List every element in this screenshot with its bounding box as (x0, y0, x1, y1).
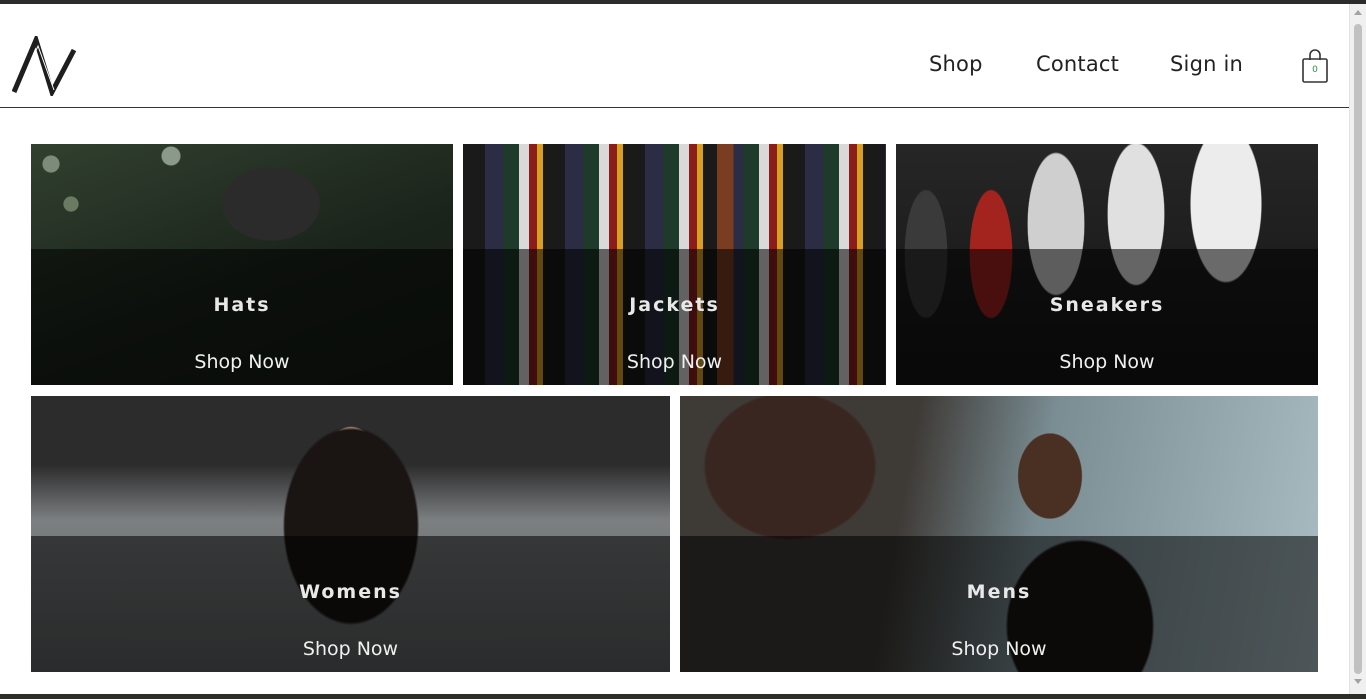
scrollbar-thumb[interactable] (1354, 24, 1362, 674)
vertical-scrollbar[interactable] (1349, 4, 1366, 694)
tile-title: Sneakers (1049, 294, 1165, 316)
tile-title: Hats (213, 294, 271, 316)
shop-now-link[interactable]: Shop Now (896, 351, 1318, 373)
category-tile-sneakers[interactable]: Sneakers Shop Now (896, 144, 1318, 385)
scroll-down-arrow-icon[interactable] (1354, 679, 1362, 684)
category-tile-jackets[interactable]: Jackets Shop Now (463, 144, 886, 385)
shop-now-link[interactable]: Shop Now (463, 351, 886, 373)
cart-button[interactable]: 0 (1301, 48, 1329, 84)
shop-now-link[interactable]: Shop Now (680, 638, 1318, 660)
tile-title: Womens (299, 581, 402, 603)
brand-logo[interactable] (12, 36, 78, 96)
nav-shop-link[interactable]: Shop (929, 52, 983, 76)
category-tile-womens[interactable]: Womens Shop Now (31, 396, 670, 672)
cart-count: 0 (1312, 65, 1318, 75)
nav-signin-link[interactable]: Sign in (1170, 52, 1243, 76)
bottom-edge-strip (0, 694, 1366, 699)
scroll-up-arrow-icon[interactable] (1354, 10, 1362, 15)
tile-title: Mens (966, 581, 1032, 603)
category-tile-mens[interactable]: Mens Shop Now (680, 396, 1318, 672)
tile-title: Jackets (629, 294, 720, 316)
shop-now-link[interactable]: Shop Now (31, 638, 670, 660)
shop-now-link[interactable]: Shop Now (31, 351, 453, 373)
category-tile-hats[interactable]: Hats Shop Now (31, 144, 453, 385)
nav-contact-link[interactable]: Contact (1036, 52, 1119, 76)
site-header: Shop Contact Sign in 0 (0, 4, 1349, 108)
